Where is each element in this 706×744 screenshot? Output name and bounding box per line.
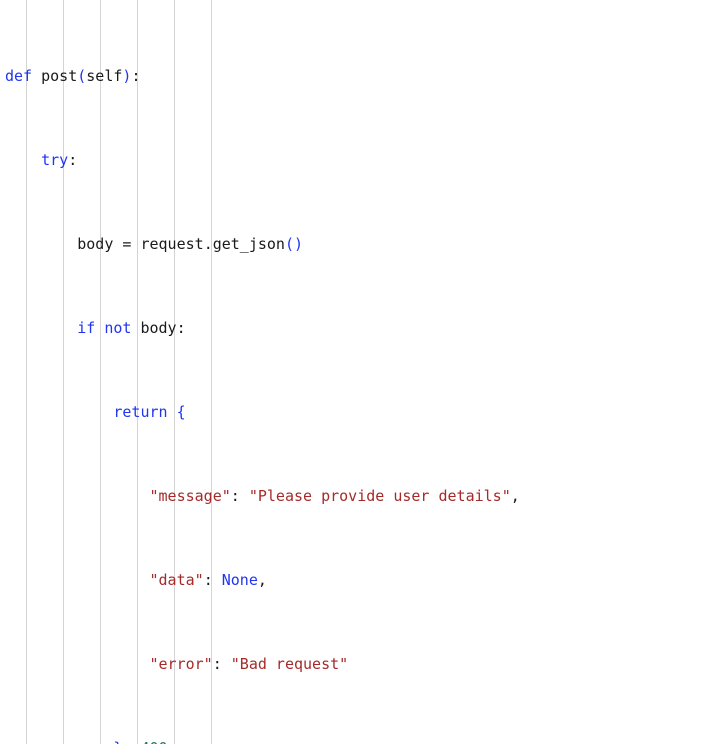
code-line: def post(self): xyxy=(5,67,141,85)
code-line: "message": "Please provide user details"… xyxy=(149,487,520,505)
code-content[interactable]: def post(self): try: body = request.get_… xyxy=(0,0,706,744)
code-line: "error": "Bad request" xyxy=(149,655,349,673)
code-editor[interactable]: def post(self): try: body = request.get_… xyxy=(0,0,706,744)
code-line: return { xyxy=(113,403,186,421)
code-line: if not body: xyxy=(77,319,186,337)
code-line: try: xyxy=(41,151,78,169)
code-line: "data": None, xyxy=(149,571,267,589)
code-line: }, 400 xyxy=(5,738,706,744)
code-line: body = request.get_json() xyxy=(77,235,304,253)
